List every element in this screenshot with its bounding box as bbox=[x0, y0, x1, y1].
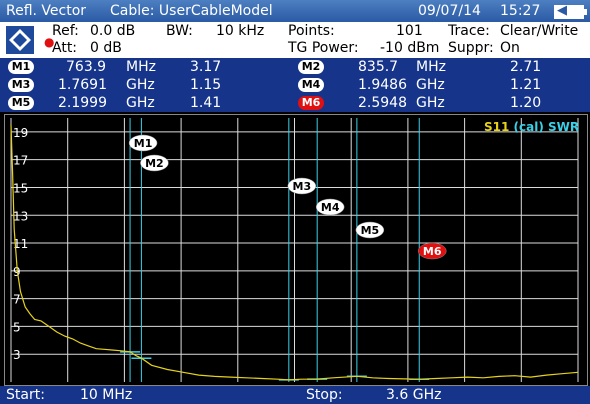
att-value: 0 dB bbox=[90, 40, 122, 56]
plot-frame bbox=[4, 114, 588, 386]
trace-value: Clear/Write bbox=[500, 23, 579, 39]
marker-freq: 2.1999 bbox=[58, 95, 107, 111]
start-label: Start: bbox=[6, 387, 45, 403]
marker-swr: 1.20 bbox=[510, 95, 542, 111]
marker-freq: 1.7691 bbox=[58, 77, 107, 93]
title-bar: Refl. Vector Cable: UserCableModel 09/07… bbox=[0, 0, 590, 22]
marker-swr: 1.15 bbox=[190, 77, 222, 93]
marker-freq: 2.5948 bbox=[358, 95, 407, 111]
settings-panel: Ref: 0.0 dB ● Att: 0 dB BW: 10 kHz Point… bbox=[0, 22, 590, 58]
trace-label: Trace: bbox=[448, 23, 490, 39]
ref-value: 0.0 dB bbox=[90, 23, 136, 39]
mode-title: Refl. Vector bbox=[6, 3, 87, 19]
marker-swr: 1.41 bbox=[190, 95, 222, 111]
marker-badge-m3[interactable]: M3 bbox=[8, 78, 34, 92]
marker-swr: 2.71 bbox=[510, 59, 542, 75]
marker-unit: MHz bbox=[416, 59, 446, 75]
rohde-schwarz-logo bbox=[6, 26, 34, 54]
marker-badge-m4[interactable]: M4 bbox=[298, 78, 324, 92]
date: 09/07/14 bbox=[418, 3, 481, 19]
marker-badge-m1[interactable]: M1 bbox=[8, 60, 34, 74]
marker-unit: GHz bbox=[126, 95, 155, 111]
marker-swr: 3.17 bbox=[190, 59, 222, 75]
stop-value[interactable]: 3.6 GHz bbox=[386, 387, 441, 403]
marker-badge-m5[interactable]: M5 bbox=[8, 96, 34, 110]
marker-badge-m2[interactable]: M2 bbox=[298, 60, 324, 74]
suppr-value: On bbox=[500, 40, 520, 56]
marker-swr: 1.21 bbox=[510, 77, 542, 93]
start-value[interactable]: 10 MHz bbox=[80, 387, 132, 403]
suppr-label: Suppr: bbox=[448, 40, 494, 56]
bw-value: 10 kHz bbox=[216, 23, 265, 39]
marker-freq: 763.9 bbox=[66, 59, 107, 75]
att-label: Att: bbox=[52, 40, 78, 56]
points-value: 101 bbox=[396, 23, 423, 39]
time: 15:27 bbox=[500, 3, 541, 19]
frequency-bar: Start: 10 MHz Stop: 3.6 GHz bbox=[0, 386, 590, 404]
tg-power-label: TG Power: bbox=[288, 40, 359, 56]
tg-power-value: -10 dBm bbox=[380, 40, 440, 56]
marker-unit: GHz bbox=[416, 95, 445, 111]
marker-freq: 1.9486 bbox=[358, 77, 407, 93]
points-label: Points: bbox=[288, 23, 335, 39]
cable-model: Cable: UserCableModel bbox=[110, 3, 273, 19]
bw-label: BW: bbox=[166, 23, 193, 39]
marker-unit: GHz bbox=[416, 77, 445, 93]
ref-label: Ref: bbox=[52, 23, 79, 39]
marker-table: M1 763.9 MHz 3.17 M2 835.7 MHz 2.71 M3 1… bbox=[0, 58, 590, 112]
stop-label: Stop: bbox=[306, 387, 343, 403]
marker-unit: MHz bbox=[126, 59, 156, 75]
marker-badge-m6[interactable]: M6 bbox=[298, 96, 324, 110]
marker-freq: 835.7 bbox=[358, 59, 399, 75]
marker-unit: GHz bbox=[126, 77, 155, 93]
battery-icon: ◀ bbox=[554, 3, 587, 19]
